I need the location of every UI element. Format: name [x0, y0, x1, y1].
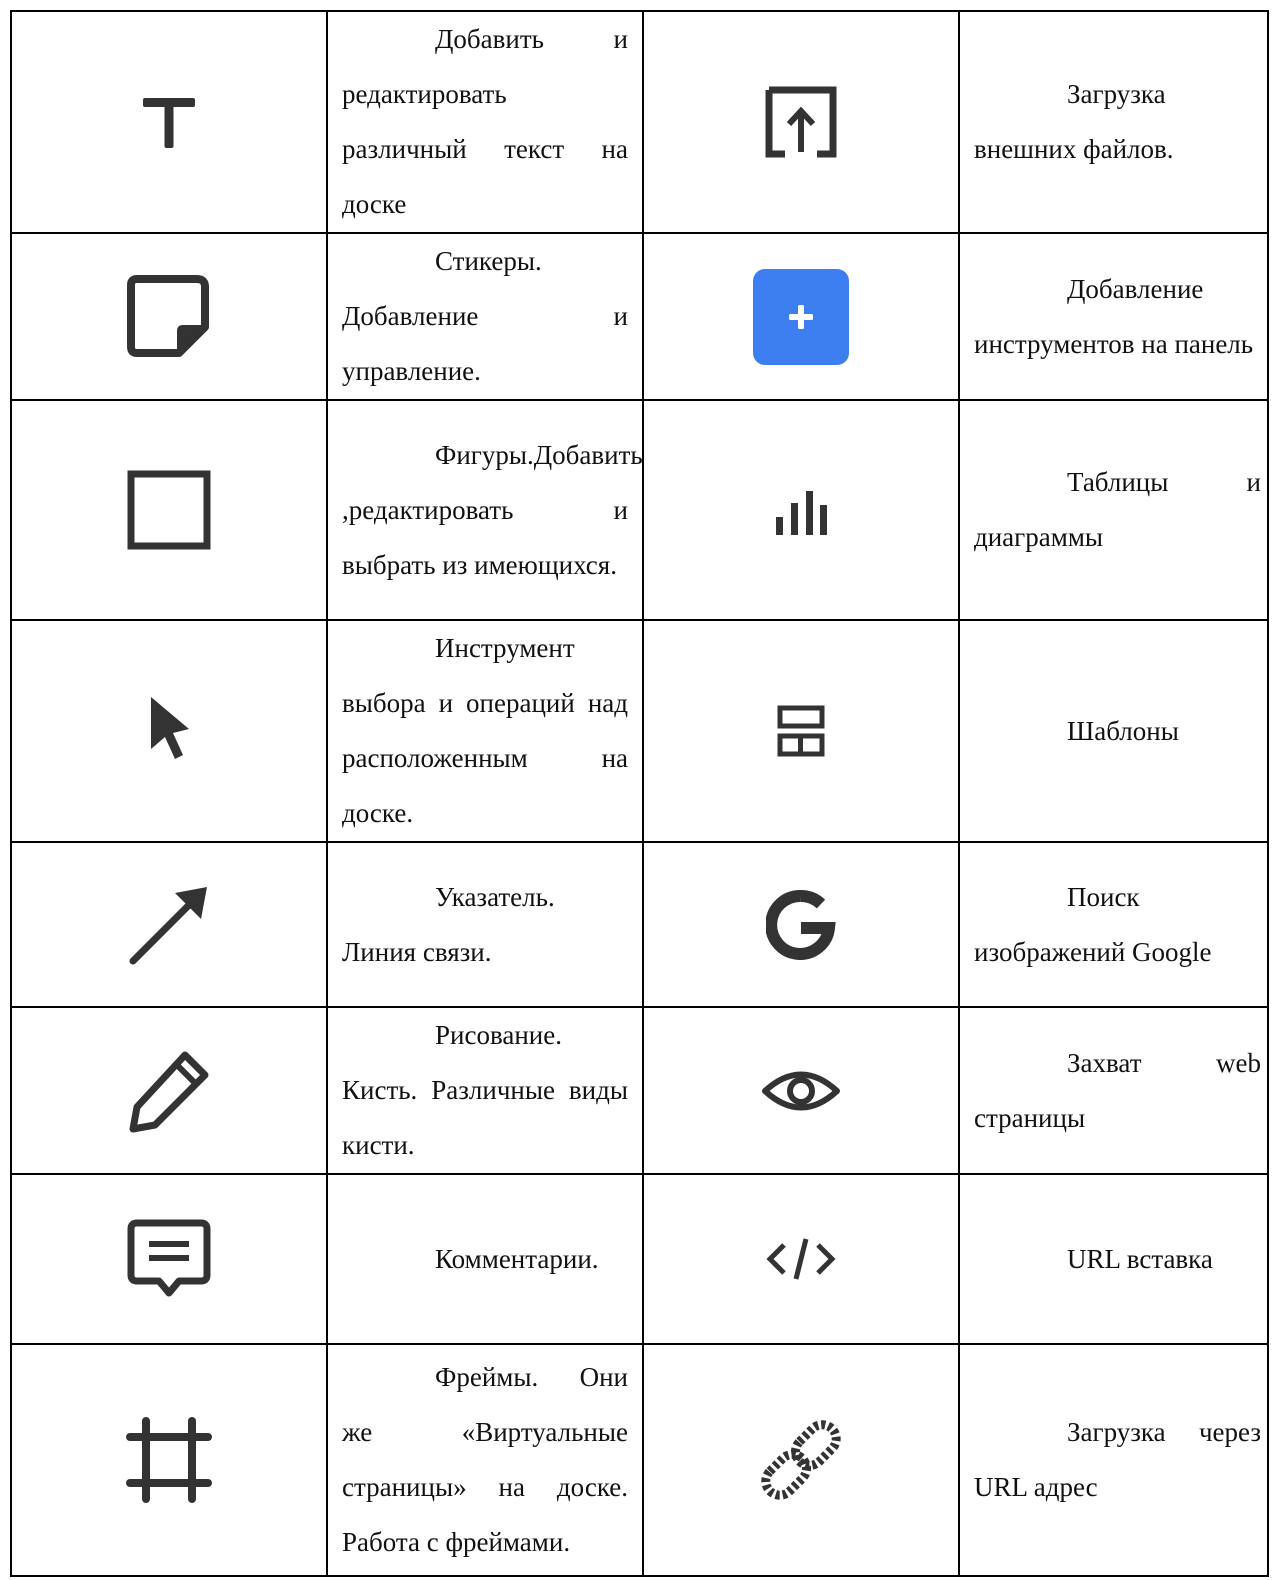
- upload-icon: [765, 86, 837, 158]
- icon-cell: [10, 841, 328, 1008]
- icon-cell: [642, 619, 960, 843]
- icon-cell: [642, 232, 960, 401]
- tool-description: Добавление инструментов на панель: [974, 273, 1254, 359]
- description-cell: Загрузка внешних файлов.: [958, 10, 1269, 234]
- table-row: Инструмент выбора и операций над располо…: [10, 619, 1269, 843]
- tool-description: Фреймы. Они же «Виртуальные страницы» на…: [342, 1362, 628, 1557]
- table-row: Указатель. Линия связи. Поиск изображени…: [10, 841, 1269, 1008]
- description-cell: Шаблоны: [958, 619, 1269, 843]
- icon-cell: [10, 619, 328, 843]
- description-cell: Добавить и редактировать различный текст…: [326, 10, 644, 234]
- icon-cell: [10, 232, 328, 401]
- tool-description: Добавить и редактировать различный текст…: [342, 24, 628, 219]
- icon-cell: [10, 399, 328, 621]
- description-cell: Комментарии.: [326, 1173, 644, 1345]
- table-row: Рисование. Кисть. Различные виды кисти. …: [10, 1006, 1269, 1175]
- table-row: Стикеры. Добавление и управление. Добавл…: [10, 232, 1269, 401]
- cursor-pointer-icon: [151, 697, 189, 759]
- icon-cell: [10, 1173, 328, 1345]
- add-plus-icon: [753, 268, 849, 365]
- tool-description: Загрузка через URL адрес: [974, 1417, 1261, 1502]
- arrow-line-icon: [129, 886, 207, 964]
- tool-description: Загрузка внешних файлов.: [974, 79, 1174, 164]
- description-cell: Рисование. Кисть. Различные виды кисти.: [326, 1006, 644, 1175]
- templates-icon: [777, 705, 825, 757]
- icon-cell: [10, 1343, 328, 1577]
- description-cell: Добавление инструментов на панель: [958, 232, 1269, 401]
- description-cell: Стикеры. Добавление и управление.: [326, 232, 644, 401]
- table-row: Комментарии. URL вставка: [10, 1173, 1269, 1345]
- icon-cell: [642, 399, 960, 621]
- eye-icon: [762, 1071, 840, 1110]
- bar-chart-icon: [776, 491, 827, 535]
- description-cell: Захват web страницы: [958, 1006, 1269, 1175]
- tool-description: Стикеры. Добавление и управление.: [342, 246, 628, 386]
- frame-icon: [126, 1417, 212, 1503]
- text-icon: [143, 98, 195, 148]
- tool-description: Шаблоны: [1067, 715, 1179, 746]
- tool-description: Комментарии.: [435, 1243, 599, 1274]
- tool-description: Рисование. Кисть. Различные виды кисти.: [342, 1020, 628, 1160]
- comment-icon: [127, 1219, 211, 1297]
- tool-description: Инструмент выбора и операций над располо…: [342, 633, 628, 828]
- icon-cell: [10, 10, 328, 234]
- sticky-note-icon: [127, 274, 209, 357]
- description-cell: Указатель. Линия связи.: [326, 841, 644, 1008]
- description-cell: Фигуры.Добавить ,редактировать и выбрать…: [326, 399, 644, 621]
- tool-description: Таблицы и диаграммы: [974, 467, 1261, 552]
- tool-description: URL вставка: [1067, 1243, 1213, 1274]
- tool-description: Указатель. Линия связи.: [342, 881, 555, 967]
- tool-description: Захват web страницы: [974, 1047, 1261, 1133]
- description-cell: Поиск изображений Google: [958, 841, 1269, 1008]
- icon-cell: [642, 1006, 960, 1175]
- description-cell: Инструмент выбора и операций над располо…: [326, 619, 644, 843]
- square-shape-icon: [127, 470, 211, 550]
- description-cell: URL вставка: [958, 1173, 1269, 1345]
- icon-cell: [642, 1173, 960, 1345]
- description-cell: Фреймы. Они же «Виртуальные страницы» на…: [326, 1343, 644, 1577]
- table-row: Добавить и редактировать различный текст…: [10, 10, 1269, 234]
- icon-cell: [642, 10, 960, 234]
- icon-cell: [642, 841, 960, 1008]
- pencil-icon: [129, 1051, 209, 1132]
- tools-table: Добавить и редактировать различный текст…: [10, 10, 1269, 1577]
- tool-description: Фигуры.Добавить ,редактировать и выбрать…: [342, 439, 643, 580]
- link-icon: [761, 1420, 841, 1500]
- google-icon: [766, 889, 836, 960]
- icon-cell: [10, 1006, 328, 1175]
- icon-cell: [642, 1343, 960, 1577]
- code-embed-icon: [766, 1238, 836, 1280]
- description-cell: Таблицы и диаграммы: [958, 399, 1269, 621]
- table-row: Фреймы. Они же «Виртуальные страницы» на…: [10, 1343, 1269, 1577]
- tool-description: Поиск изображений Google: [974, 881, 1212, 967]
- description-cell: Загрузка через URL адрес: [958, 1343, 1269, 1577]
- table-row: Фигуры.Добавить ,редактировать и выбрать…: [10, 399, 1269, 621]
